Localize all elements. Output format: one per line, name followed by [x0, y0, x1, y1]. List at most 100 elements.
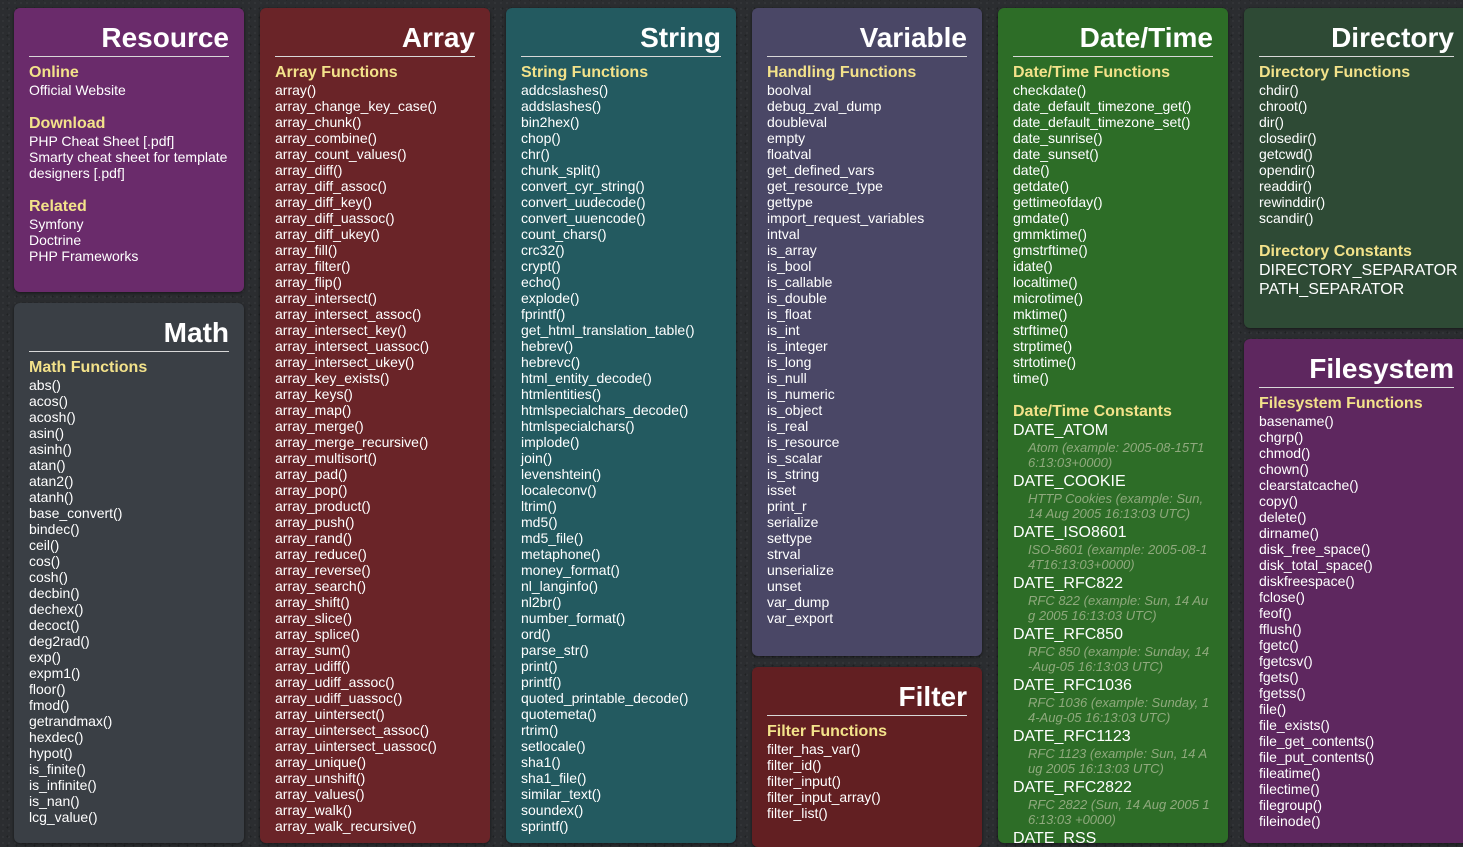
function-link[interactable]: array_diff_assoc() — [275, 178, 475, 194]
function-link[interactable]: scandir() — [1259, 210, 1463, 226]
function-link[interactable]: idate() — [1013, 258, 1213, 274]
function-link[interactable]: clearstatcache() — [1259, 477, 1463, 493]
function-link[interactable]: array_unique() — [275, 754, 475, 770]
function-link[interactable]: array_product() — [275, 498, 475, 514]
function-link[interactable]: disk_total_space() — [1259, 557, 1463, 573]
function-link[interactable]: array_multisort() — [275, 450, 475, 466]
function-link[interactable]: acosh() — [29, 409, 229, 425]
function-link[interactable]: array_diff() — [275, 162, 475, 178]
function-link[interactable]: strptime() — [1013, 338, 1213, 354]
function-link[interactable]: is_string — [767, 466, 967, 482]
function-link[interactable]: is_null — [767, 370, 967, 386]
function-link[interactable]: asin() — [29, 425, 229, 441]
function-link[interactable]: is_resource — [767, 434, 967, 450]
function-link[interactable]: fileinode() — [1259, 813, 1463, 829]
function-link[interactable]: is_callable — [767, 274, 967, 290]
function-link[interactable]: gmdate() — [1013, 210, 1213, 226]
function-link[interactable]: file_put_contents() — [1259, 749, 1463, 765]
function-link[interactable]: printf() — [521, 674, 721, 690]
function-link[interactable]: feof() — [1259, 605, 1463, 621]
function-link[interactable]: gmmktime() — [1013, 226, 1213, 242]
function-link[interactable]: ord() — [521, 626, 721, 642]
function-link[interactable]: ltrim() — [521, 498, 721, 514]
function-link[interactable]: quoted_printable_decode() — [521, 690, 721, 706]
function-link[interactable]: mktime() — [1013, 306, 1213, 322]
function-link[interactable]: atan2() — [29, 473, 229, 489]
function-link[interactable]: microtime() — [1013, 290, 1213, 306]
function-link[interactable]: sprintf() — [521, 818, 721, 834]
function-link[interactable]: array_uintersect_assoc() — [275, 722, 475, 738]
function-link[interactable]: crc32() — [521, 242, 721, 258]
function-link[interactable]: array_uintersect() — [275, 706, 475, 722]
function-link[interactable]: fileatime() — [1259, 765, 1463, 781]
function-link[interactable]: checkdate() — [1013, 82, 1213, 98]
function-link[interactable]: is_int — [767, 322, 967, 338]
function-link[interactable]: date_default_timezone_get() — [1013, 98, 1213, 114]
function-link[interactable]: dechex() — [29, 601, 229, 617]
function-link[interactable]: array() — [275, 82, 475, 98]
function-link[interactable]: intval — [767, 226, 967, 242]
function-link[interactable]: filegroup() — [1259, 797, 1463, 813]
function-link[interactable]: file_exists() — [1259, 717, 1463, 733]
function-link[interactable]: file() — [1259, 701, 1463, 717]
function-link[interactable]: doubleval — [767, 114, 967, 130]
function-link[interactable]: array_change_key_case() — [275, 98, 475, 114]
function-link[interactable]: array_shift() — [275, 594, 475, 610]
function-link[interactable]: array_walk() — [275, 802, 475, 818]
function-link[interactable]: join() — [521, 450, 721, 466]
function-link[interactable]: chr() — [521, 146, 721, 162]
function-link[interactable]: echo() — [521, 274, 721, 290]
function-link[interactable]: import_request_variables — [767, 210, 967, 226]
function-link[interactable]: metaphone() — [521, 546, 721, 562]
function-link[interactable]: money_format() — [521, 562, 721, 578]
function-link[interactable]: sha1() — [521, 754, 721, 770]
function-link[interactable]: is_bool — [767, 258, 967, 274]
function-link[interactable]: md5() — [521, 514, 721, 530]
function-link[interactable]: dir() — [1259, 114, 1463, 130]
function-link[interactable]: addcslashes() — [521, 82, 721, 98]
function-link[interactable]: empty — [767, 130, 967, 146]
function-link[interactable]: levenshtein() — [521, 466, 721, 482]
function-link[interactable]: basename() — [1259, 413, 1463, 429]
function-link[interactable]: fprintf() — [521, 306, 721, 322]
function-link[interactable]: array_slice() — [275, 610, 475, 626]
function-link[interactable]: unset — [767, 578, 967, 594]
function-link[interactable]: array_count_values() — [275, 146, 475, 162]
function-link[interactable]: array_chunk() — [275, 114, 475, 130]
function-link[interactable]: hebrev() — [521, 338, 721, 354]
function-link[interactable]: asinh() — [29, 441, 229, 457]
function-link[interactable]: disk_free_space() — [1259, 541, 1463, 557]
resource-link[interactable]: PHP Frameworks — [29, 248, 229, 264]
function-link[interactable]: fmod() — [29, 697, 229, 713]
function-link[interactable]: var_export — [767, 610, 967, 626]
function-link[interactable]: unserialize — [767, 562, 967, 578]
function-link[interactable]: array_intersect() — [275, 290, 475, 306]
function-link[interactable]: rewinddir() — [1259, 194, 1463, 210]
function-link[interactable]: is_infinite() — [29, 777, 229, 793]
function-link[interactable]: is_double — [767, 290, 967, 306]
function-link[interactable]: array_udiff() — [275, 658, 475, 674]
function-link[interactable]: array_fill() — [275, 242, 475, 258]
function-link[interactable]: fgetss() — [1259, 685, 1463, 701]
function-link[interactable]: atan() — [29, 457, 229, 473]
function-link[interactable]: date_sunrise() — [1013, 130, 1213, 146]
function-link[interactable]: array_splice() — [275, 626, 475, 642]
function-link[interactable]: dirname() — [1259, 525, 1463, 541]
function-link[interactable]: ceil() — [29, 537, 229, 553]
function-link[interactable]: array_reverse() — [275, 562, 475, 578]
function-link[interactable]: array_pad() — [275, 466, 475, 482]
function-link[interactable]: addslashes() — [521, 98, 721, 114]
function-link[interactable]: html_entity_decode() — [521, 370, 721, 386]
function-link[interactable]: settype — [767, 530, 967, 546]
function-link[interactable]: delete() — [1259, 509, 1463, 525]
function-link[interactable]: array_merge_recursive() — [275, 434, 475, 450]
function-link[interactable]: chdir() — [1259, 82, 1463, 98]
function-link[interactable]: filter_has_var() — [767, 741, 967, 757]
function-link[interactable]: array_uintersect_uassoc() — [275, 738, 475, 754]
function-link[interactable]: serialize — [767, 514, 967, 530]
resource-link[interactable]: Official Website — [29, 82, 229, 98]
function-link[interactable]: fgets() — [1259, 669, 1463, 685]
function-link[interactable]: array_filter() — [275, 258, 475, 274]
resource-link[interactable]: Symfony — [29, 216, 229, 232]
function-link[interactable]: setlocale() — [521, 738, 721, 754]
